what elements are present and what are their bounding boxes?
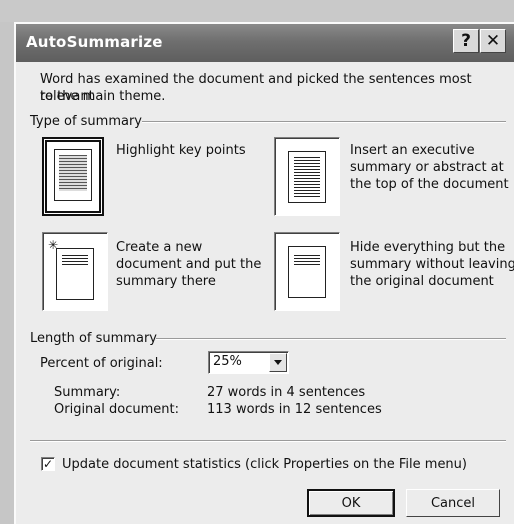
- option-label-executive-line1: Insert an executive: [350, 143, 475, 158]
- new-document-icon: [56, 248, 94, 300]
- update-statistics-label: Update document statistics (click Proper…: [62, 457, 467, 472]
- background-window: [0, 0, 514, 22]
- length-of-summary-label: Length of summary: [30, 331, 157, 346]
- hide-document-icon: [288, 246, 326, 298]
- hide-everything-option[interactable]: [274, 232, 340, 311]
- option-label-hide: Hide everything but the summary without …: [350, 239, 514, 290]
- bottom-divider: [30, 440, 506, 442]
- option-label-new-document: Create a new document and put the summar…: [116, 239, 261, 290]
- checkmark-icon: ✓: [42, 457, 54, 471]
- option-label-new-document-line1: Create a new: [116, 240, 203, 255]
- highlight-document-icon: [54, 149, 92, 201]
- cancel-button-label: Cancel: [430, 495, 476, 511]
- option-label-hide-line1: Hide everything but the: [350, 240, 506, 255]
- length-of-summary-divider: [156, 338, 506, 340]
- dropdown-arrow-button[interactable]: [269, 353, 287, 372]
- dialog-title: AutoSummarize: [26, 33, 163, 51]
- type-of-summary-label: Type of summary: [30, 114, 142, 129]
- text-lines: [294, 157, 320, 197]
- cancel-button[interactable]: Cancel: [406, 489, 500, 517]
- percent-of-original-select[interactable]: 25%: [208, 351, 289, 374]
- executive-summary-document-icon: [288, 151, 326, 203]
- text-lines: [294, 255, 320, 267]
- ok-button-label: OK: [341, 495, 361, 511]
- update-statistics-checkbox[interactable]: ✓: [41, 457, 55, 471]
- option-label-new-document-line3: summary there: [116, 274, 216, 289]
- summary-stat-label: Summary:: [54, 385, 121, 400]
- close-button[interactable]: ✕: [480, 29, 506, 53]
- help-icon: ?: [461, 31, 471, 51]
- text-lines: [62, 255, 88, 267]
- original-stat-label: Original document:: [54, 402, 179, 417]
- new-document-option[interactable]: ✳: [42, 232, 108, 311]
- help-button[interactable]: ?: [453, 29, 479, 53]
- percent-of-original-value: 25%: [213, 354, 242, 369]
- type-of-summary-divider: [142, 121, 506, 123]
- autosummarize-dialog: AutoSummarize ? ✕ Word has examined the …: [14, 22, 514, 524]
- chevron-down-icon: [274, 360, 282, 365]
- option-label-hide-line3: the original document: [350, 274, 494, 289]
- intro-text-line2: to the main theme.: [40, 89, 166, 104]
- option-label-highlight-line: Highlight key points: [116, 143, 246, 158]
- highlight-key-points-option[interactable]: [42, 137, 104, 216]
- sparkle-icon: ✳: [48, 238, 59, 252]
- highlighted-lines: [59, 155, 87, 191]
- option-label-highlight: Highlight key points: [116, 142, 246, 159]
- percent-of-original-label: Percent of original:: [40, 356, 163, 371]
- executive-summary-option[interactable]: [274, 137, 340, 216]
- ok-button[interactable]: OK: [307, 489, 395, 517]
- title-bar[interactable]: AutoSummarize ? ✕: [16, 24, 514, 62]
- option-label-hide-line2: summary without leaving: [350, 257, 514, 272]
- option-label-executive-line3: the top of the document: [350, 177, 509, 192]
- option-label-executive-line2: summary or abstract at: [350, 160, 504, 175]
- option-label-new-document-line2: document and put the: [116, 257, 262, 272]
- summary-stat-value: 27 words in 4 sentences: [207, 385, 366, 400]
- close-icon: ✕: [485, 31, 501, 51]
- original-stat-value: 113 words in 12 sentences: [207, 402, 382, 417]
- option-label-executive: Insert an executive summary or abstract …: [350, 142, 509, 193]
